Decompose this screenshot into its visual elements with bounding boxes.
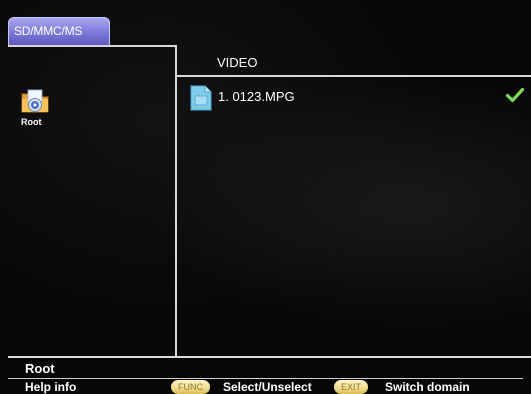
checkmark-icon — [506, 87, 524, 103]
section-title: VIDEO — [217, 55, 258, 70]
tree-item-root[interactable]: Root — [18, 88, 52, 127]
file-browser-screen: SD/MMC/MS Root VIDEO 1. 0123.MPG Root He… — [0, 0, 531, 394]
help-bar: Help info FUNC Select/Unselect EXIT Swit… — [25, 379, 531, 394]
tab-sd-mmc-ms[interactable]: SD/MMC/MS — [8, 17, 110, 45]
file-list-item[interactable]: 1. 0123.MPG — [190, 85, 526, 111]
func-action-label: Select/Unselect — [223, 380, 312, 394]
tree-item-root-label: Root — [21, 117, 42, 127]
func-key-badge: FUNC — [171, 380, 210, 394]
video-file-icon — [190, 85, 212, 111]
file-name: 1. 0123.MPG — [218, 89, 295, 104]
folder-disc-icon — [21, 89, 49, 113]
help-info-label: Help info — [25, 380, 77, 394]
footer-divider — [8, 356, 531, 358]
exit-action-label: Switch domain — [385, 380, 470, 394]
current-path: Root — [25, 361, 55, 376]
folder-tree-panel: Root — [8, 45, 177, 356]
exit-key-badge: EXIT — [334, 380, 369, 394]
content-divider — [177, 75, 531, 77]
